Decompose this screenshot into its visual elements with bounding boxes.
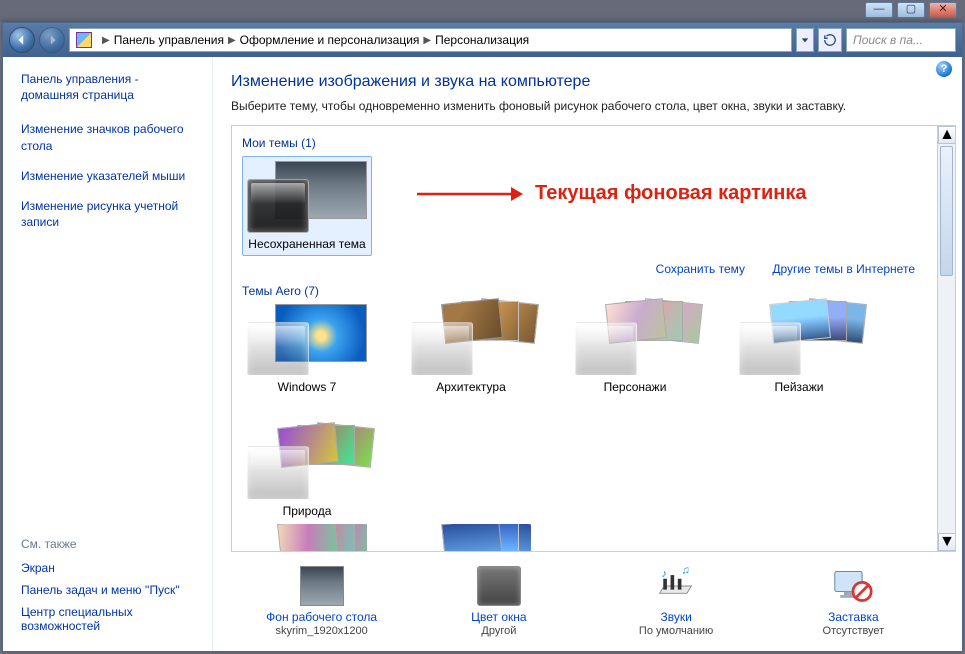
close-button[interactable]: ✕ — [929, 2, 957, 18]
sidebar-item-display[interactable]: Экран — [21, 561, 198, 575]
theme-windows7[interactable]: Windows 7 — [242, 304, 372, 394]
help-icon[interactable]: ? — [936, 61, 952, 77]
content-pane: ? Изменение изображения и звука на компь… — [213, 57, 962, 651]
forward-button — [39, 27, 65, 53]
titlebar: — ▢ ✕ — [0, 0, 965, 22]
sidebar-home[interactable]: Панель управления - домашняя страница — [21, 71, 198, 103]
see-also-label: См. также — [21, 537, 198, 551]
option-label: Звуки — [601, 610, 751, 624]
svg-text:♫: ♫ — [682, 566, 690, 576]
theme-characters[interactable]: Персонажи — [570, 304, 700, 394]
sidebar-item-ease-of-access[interactable]: Центр специальных возможностей — [21, 605, 198, 633]
breadcrumb[interactable]: ▶ Панель управления ▶ Оформление и персо… — [69, 28, 792, 52]
back-button[interactable] — [9, 27, 35, 53]
sidebar-item-account-picture[interactable]: Изменение рисунка учетной записи — [21, 198, 198, 230]
sidebar-item-desktop-icons[interactable]: Изменение значков рабочего стола — [21, 121, 198, 153]
theme-label: Windows 7 — [242, 380, 372, 394]
theme-label: Природа — [242, 504, 372, 518]
chevron-right-icon: ▶ — [102, 35, 110, 46]
chevron-right-icon: ▶ — [423, 35, 431, 46]
my-themes-label: Мои темы (1) — [242, 136, 927, 150]
theme-extra-1[interactable] — [242, 524, 372, 551]
theme-label: Несохраненная тема — [245, 237, 369, 251]
theme-nature[interactable]: Природа — [242, 428, 372, 518]
option-value: Другой — [424, 625, 574, 637]
option-value: По умолчанию — [601, 625, 751, 637]
crumb-appearance[interactable]: Оформление и персонализация — [240, 33, 420, 47]
option-desktop-background[interactable]: Фон рабочего стола skyrim_1920x1200 — [247, 566, 397, 637]
sounds-icon: ♪♫ — [654, 566, 698, 606]
page-title: Изменение изображения и звука на компьют… — [231, 73, 944, 91]
save-theme-link[interactable]: Сохранить тему — [656, 262, 745, 276]
control-panel-icon — [76, 32, 92, 48]
theme-label: Персонажи — [570, 380, 700, 394]
screensaver-icon — [831, 566, 875, 606]
page-subtitle: Выберите тему, чтобы одновременно измени… — [231, 99, 944, 113]
option-value: Отсутствует — [778, 625, 928, 637]
option-label: Заставка — [778, 610, 928, 624]
more-themes-link[interactable]: Другие темы в Интернете — [772, 262, 915, 276]
scrollbar[interactable]: ▲ ▼ — [937, 126, 955, 551]
theme-extra-2[interactable] — [406, 524, 536, 551]
window-color-icon — [477, 566, 521, 606]
address-dropdown[interactable] — [796, 28, 814, 52]
maximize-button[interactable]: ▢ — [897, 2, 925, 18]
crumb-control-panel[interactable]: Панель управления — [114, 33, 224, 47]
sidebar-item-mouse-pointers[interactable]: Изменение указателей мыши — [21, 168, 198, 184]
sidebar: Панель управления - домашняя страница Из… — [3, 57, 213, 651]
svg-text:♪: ♪ — [662, 568, 667, 580]
theme-landscapes[interactable]: Пейзажи — [734, 304, 864, 394]
theme-unsaved[interactable]: Несохраненная тема — [242, 156, 372, 256]
crumb-personalization[interactable]: Персонализация — [435, 33, 529, 47]
search-input[interactable]: Поиск в па... — [846, 28, 956, 52]
theme-architecture[interactable]: Архитектура — [406, 304, 536, 394]
minimize-button[interactable]: — — [865, 2, 893, 18]
sidebar-item-taskbar[interactable]: Панель задач и меню ''Пуск'' — [21, 583, 198, 597]
address-bar: ▶ Панель управления ▶ Оформление и персо… — [3, 23, 962, 57]
option-window-color[interactable]: Цвет окна Другой — [424, 566, 574, 637]
theme-label: Архитектура — [406, 380, 536, 394]
window-color-thumb — [247, 179, 309, 233]
option-label: Фон рабочего стола — [247, 610, 397, 624]
option-screensaver[interactable]: Заставка Отсутствует — [778, 566, 928, 637]
option-value: skyrim_1920x1200 — [247, 625, 397, 637]
aero-themes-label: Темы Aero (7) — [242, 284, 927, 298]
scroll-down-icon[interactable]: ▼ — [938, 533, 956, 551]
option-label: Цвет окна — [424, 610, 574, 624]
bottom-options: Фон рабочего стола skyrim_1920x1200 Цвет… — [213, 558, 962, 651]
chevron-right-icon: ▶ — [228, 35, 236, 46]
option-sounds[interactable]: ♪♫ Звуки По умолчанию — [601, 566, 751, 637]
search-placeholder: Поиск в па... — [853, 33, 923, 47]
themes-panel: Мои темы (1) Несохраненная тема Сохранит… — [231, 125, 956, 552]
refresh-button[interactable] — [818, 28, 842, 52]
wallpaper-icon — [300, 566, 344, 606]
theme-label: Пейзажи — [734, 380, 864, 394]
scroll-thumb[interactable] — [940, 146, 953, 276]
scroll-up-icon[interactable]: ▲ — [938, 126, 956, 144]
window: ▶ Панель управления ▶ Оформление и персо… — [2, 22, 963, 652]
